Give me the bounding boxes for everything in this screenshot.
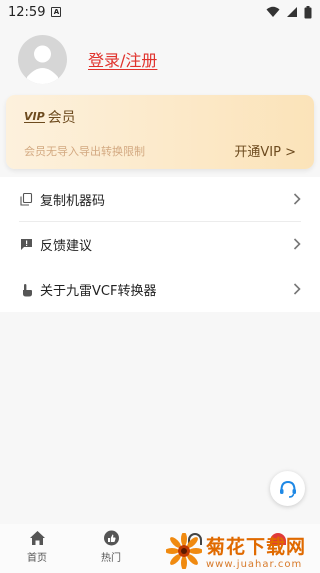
- home-icon: [29, 531, 45, 545]
- chevron-right-icon: [293, 190, 301, 209]
- headset-icon: [279, 480, 296, 498]
- chrysanthemum-logo-icon: [165, 532, 203, 570]
- profile-header: 登录/注册: [18, 34, 302, 84]
- open-vip-button[interactable]: 开通VIP >: [234, 141, 296, 160]
- menu-item-label: 反馈建议: [40, 239, 93, 254]
- default-user-icon: [27, 45, 58, 84]
- status-time: 12:59: [8, 4, 46, 20]
- feedback-icon: [19, 238, 33, 252]
- watermark-title: 菊花下载网: [206, 536, 307, 558]
- watermark-url: www.juahar.com: [206, 559, 303, 570]
- vip-title: VIP 会员: [24, 107, 76, 127]
- hand-icon: [19, 283, 33, 297]
- chevron-right-icon: [293, 280, 301, 299]
- status-bar: 12:59 A: [0, 0, 320, 24]
- signal-icon: [287, 7, 297, 17]
- thumbs-up-icon: [103, 530, 119, 546]
- chevron-right-icon: [293, 235, 301, 254]
- vip-badge-icon: VIP: [24, 110, 45, 123]
- menu-item-about[interactable]: 关于九雷VCF转换器: [0, 267, 320, 312]
- battery-icon: [304, 5, 312, 18]
- customer-service-button[interactable]: [270, 471, 305, 506]
- watermark-text: 菊花下载网 www.juahar.com: [206, 532, 306, 570]
- wifi-icon: [266, 6, 280, 17]
- menu-item-label: 关于九雷VCF转换器: [40, 284, 157, 299]
- tab-home-label: 首页: [27, 553, 47, 564]
- tab-home[interactable]: 首页: [0, 524, 74, 573]
- notification-a-icon: A: [51, 7, 62, 17]
- tab-hot-label: 热门: [101, 553, 121, 564]
- vip-title-label: 会员: [47, 110, 76, 126]
- copy-icon: [19, 193, 33, 207]
- menu-item-feedback[interactable]: 反馈建议: [0, 222, 320, 267]
- avatar[interactable]: [18, 34, 67, 84]
- watermark: 菊花下载网 www.juahar.com: [165, 529, 318, 573]
- login-register-link[interactable]: 登录/注册: [88, 47, 157, 71]
- vip-membership-card[interactable]: VIP 会员 会员无导入导出转换限制 开通VIP >: [6, 95, 314, 169]
- tab-hot[interactable]: 热门: [74, 524, 148, 573]
- status-right-icons: [266, 5, 312, 19]
- vip-description: 会员无导入导出转换限制: [24, 145, 145, 158]
- settings-menu: 复制机器码 反馈建议 关于九雷VCF转换器: [0, 177, 320, 312]
- menu-item-label: 复制机器码: [40, 194, 106, 209]
- menu-item-copy-machine-code[interactable]: 复制机器码: [0, 177, 320, 222]
